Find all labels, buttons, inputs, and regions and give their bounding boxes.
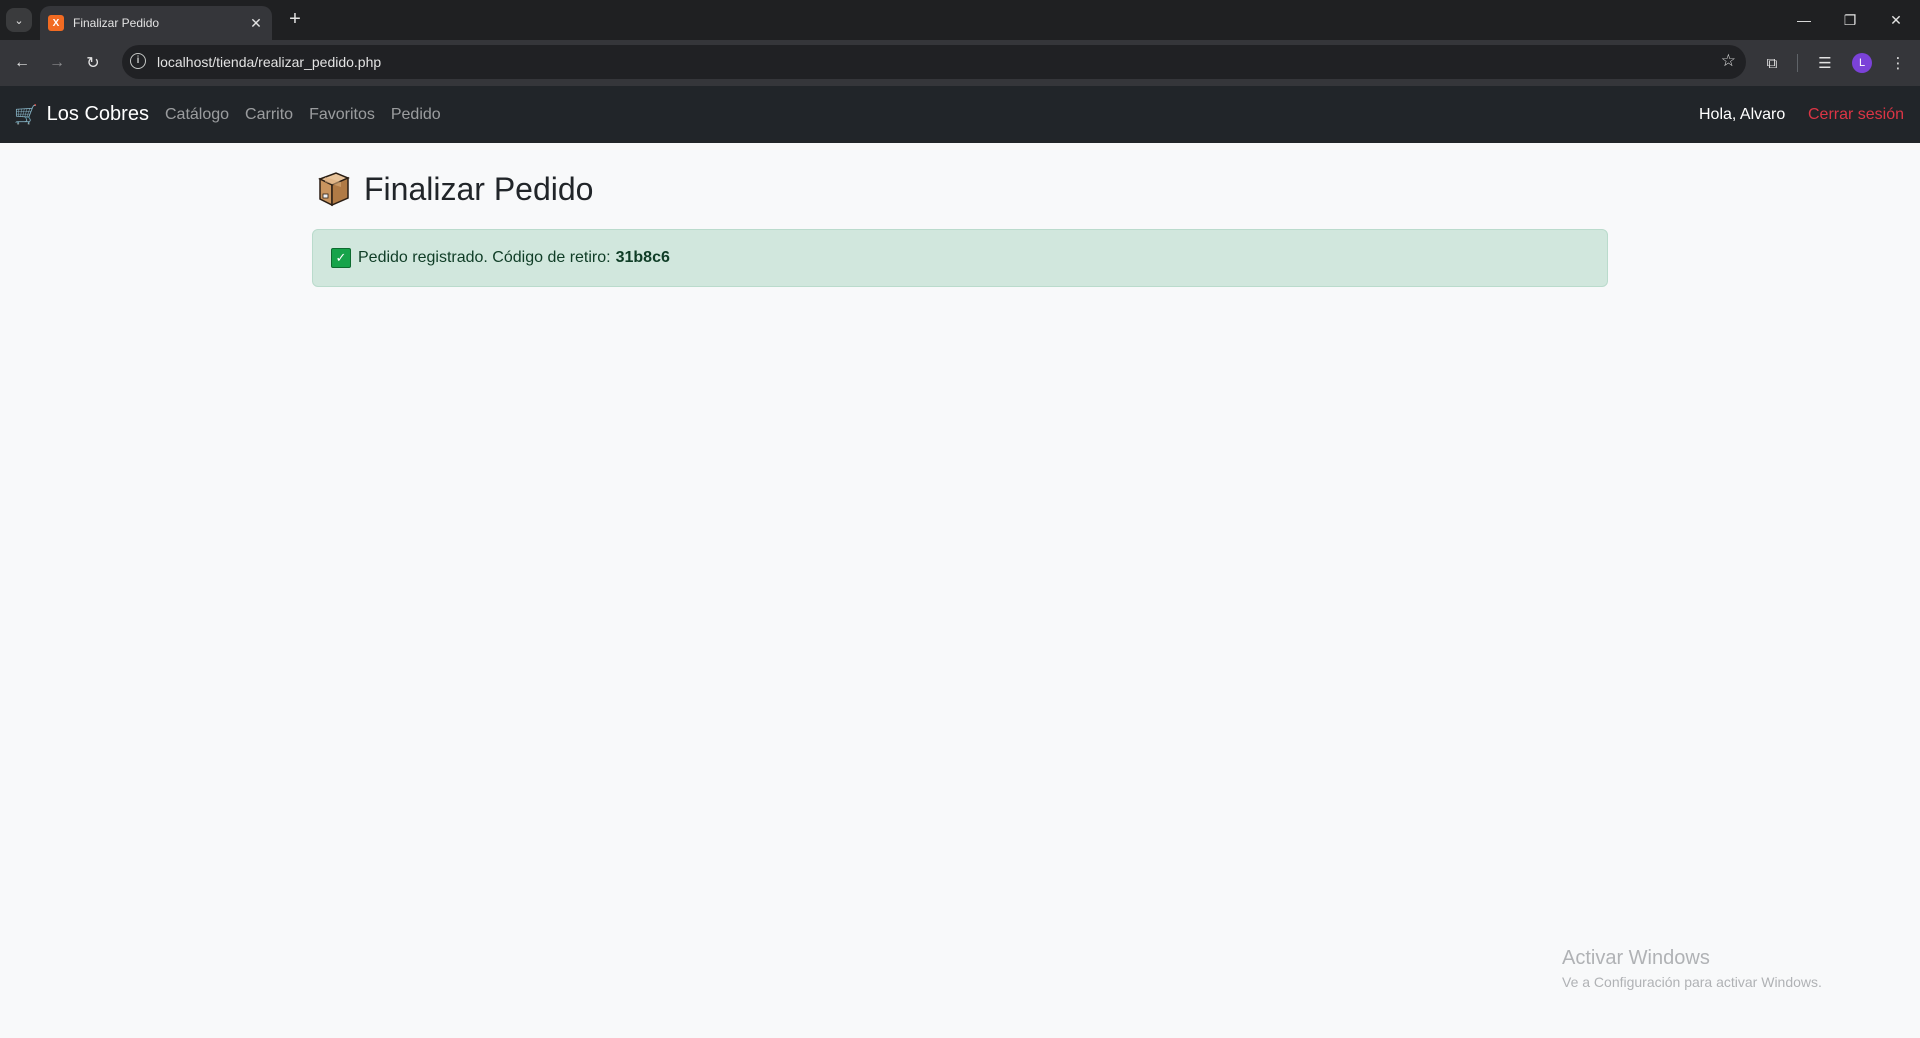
- alert-message: Pedido registrado. Código de retiro:: [358, 249, 611, 266]
- minimize-icon[interactable]: —: [1781, 0, 1827, 40]
- pickup-code: 31b8c6: [615, 249, 670, 266]
- page-title-text: Finalizar Pedido: [364, 170, 594, 207]
- nav-links: Catálogo Carrito Favoritos Pedido: [165, 86, 457, 143]
- page-title: Finalizar Pedido: [314, 164, 593, 214]
- toolbar-divider: [1797, 54, 1798, 72]
- address-bar[interactable]: i localhost/tienda/realizar_pedido.php ☆: [122, 45, 1746, 79]
- nav-link-pedido[interactable]: Pedido: [391, 106, 441, 124]
- browser-toolbar: ← → ↻ i localhost/tienda/realizar_pedido…: [0, 40, 1920, 86]
- profile-avatar[interactable]: L: [1852, 53, 1872, 73]
- logout-link[interactable]: Cerrar sesión: [1808, 86, 1904, 143]
- tab-search-button[interactable]: ⌄: [6, 8, 32, 32]
- windows-activation-watermark: Activar Windows Ve a Configuración para …: [1562, 947, 1822, 990]
- back-icon[interactable]: ←: [8, 49, 36, 77]
- xampp-favicon-icon: X: [48, 15, 64, 31]
- forward-icon[interactable]: →: [43, 49, 71, 77]
- check-mark-icon: ✓: [331, 248, 351, 268]
- brand-name: Los Cobres: [46, 103, 149, 125]
- nav-link-catalogo[interactable]: Catálogo: [165, 106, 229, 124]
- tab-title: Finalizar Pedido: [73, 16, 160, 30]
- new-tab-button[interactable]: +: [282, 8, 308, 32]
- url-text[interactable]: localhost/tienda/realizar_pedido.php: [157, 54, 381, 70]
- menu-kebab-icon[interactable]: ⋮: [1884, 49, 1912, 77]
- nav-link-carrito[interactable]: Carrito: [245, 106, 293, 124]
- site-navbar: 🛒 Los Cobres Catálogo Carrito Favoritos …: [0, 86, 1920, 143]
- site-info-icon[interactable]: i: [130, 53, 146, 69]
- restore-icon[interactable]: ❐: [1827, 0, 1873, 40]
- brand-link[interactable]: 🛒 Los Cobres: [14, 86, 149, 143]
- close-window-icon[interactable]: ✕: [1873, 0, 1919, 40]
- success-alert: ✓ Pedido registrado. Código de retiro: 3…: [312, 229, 1608, 287]
- package-box-icon: [318, 172, 350, 207]
- watermark-subtitle: Ve a Configuración para activar Windows.: [1562, 974, 1822, 990]
- user-greeting: Hola, Alvaro: [1699, 105, 1786, 123]
- media-control-icon[interactable]: ☰: [1811, 49, 1839, 77]
- extensions-icon[interactable]: ⧉: [1758, 49, 1786, 77]
- reload-icon[interactable]: ↻: [79, 49, 107, 77]
- watermark-title: Activar Windows: [1562, 947, 1710, 969]
- browser-tab[interactable]: X Finalizar Pedido ✕: [40, 6, 272, 40]
- tab-close-icon[interactable]: ✕: [246, 15, 266, 32]
- bookmark-star-icon[interactable]: ☆: [1721, 51, 1736, 71]
- shopping-cart-icon: 🛒: [14, 104, 38, 126]
- chevron-down-icon: ⌄: [14, 14, 24, 27]
- nav-link-favoritos[interactable]: Favoritos: [309, 106, 375, 124]
- browser-tab-bar: ⌄ X Finalizar Pedido ✕ + — ❐ ✕: [0, 0, 1920, 40]
